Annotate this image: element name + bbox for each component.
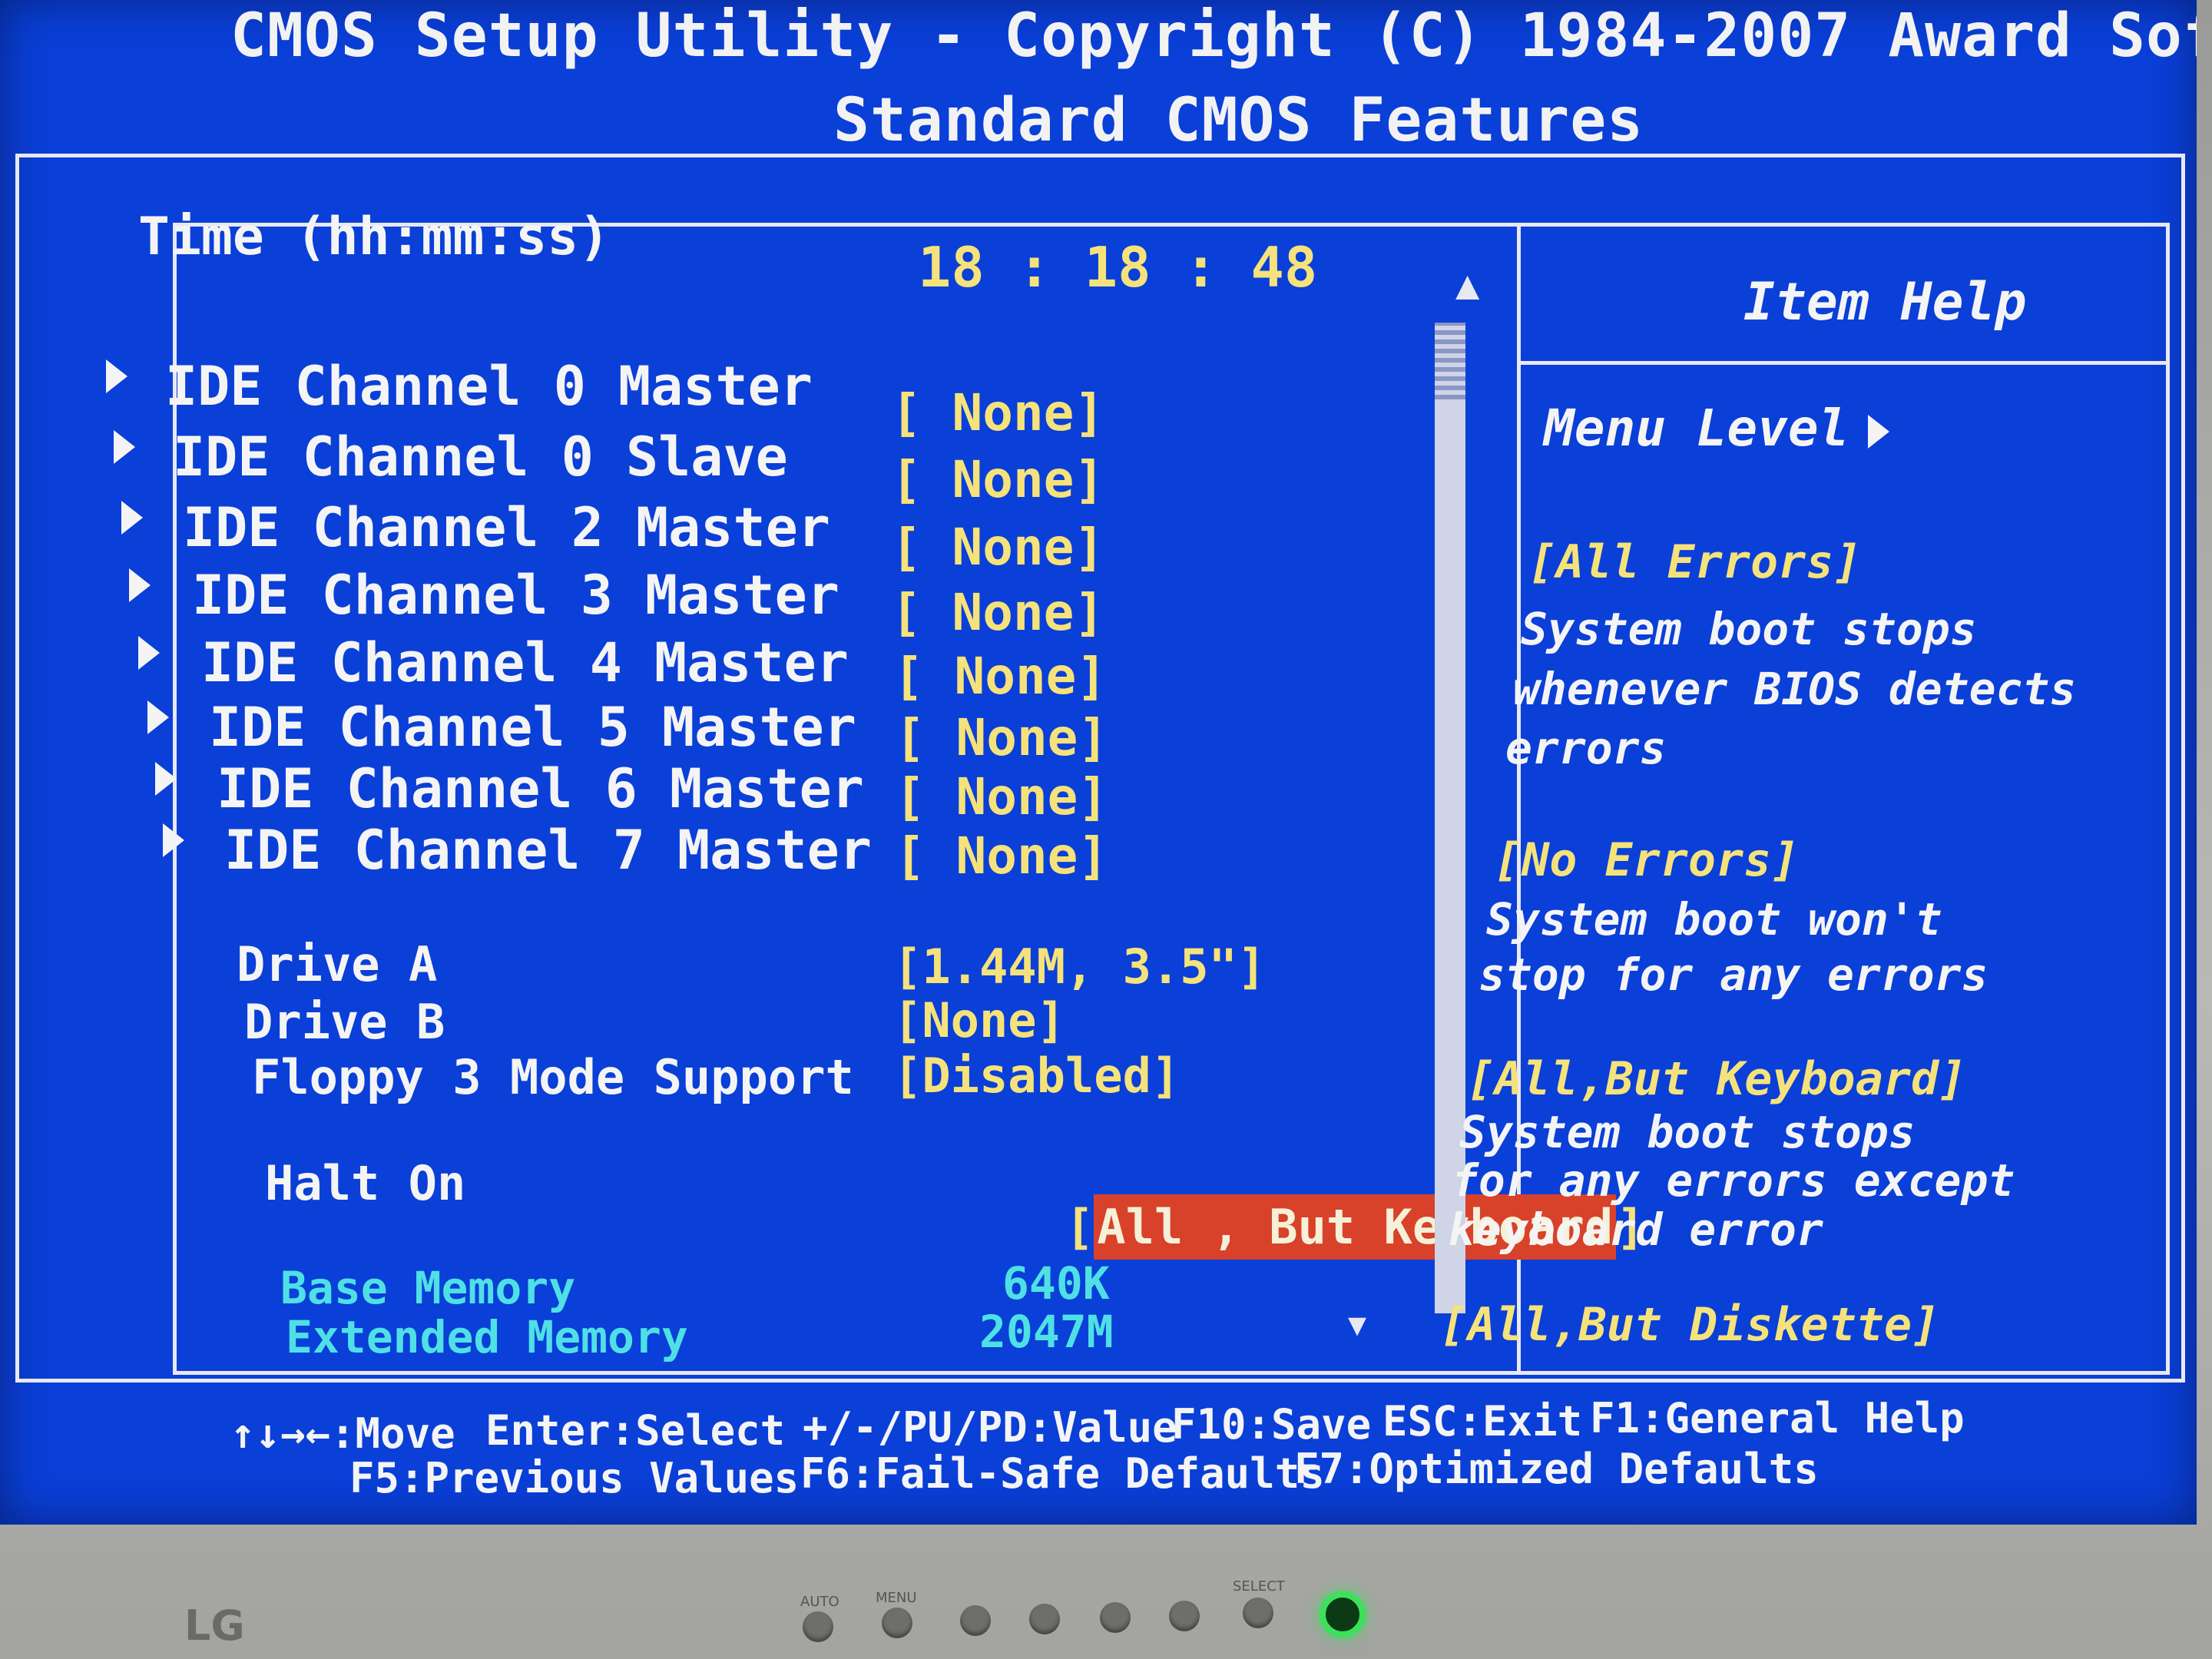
ide-channel-label[interactable]: IDE Channel 6 Master xyxy=(217,762,864,816)
drive-b-value[interactable]: [None] xyxy=(893,997,1065,1045)
ide-channel-label[interactable]: IDE Channel 3 Master xyxy=(192,568,839,622)
submenu-arrow-icon xyxy=(114,430,135,464)
submenu-arrow-icon xyxy=(121,501,143,535)
monitor-menu-button[interactable] xyxy=(882,1608,912,1638)
ide-channel-value[interactable]: [ None] xyxy=(891,588,1104,638)
help-line: System boot stops xyxy=(1521,603,1977,655)
floppy-3-mode-label[interactable]: Floppy 3 Mode Support xyxy=(252,1054,854,1101)
ide-channel-label[interactable]: IDE Channel 0 Master xyxy=(165,359,813,413)
ide-channel-value[interactable]: [ None] xyxy=(891,455,1104,505)
ide-channel-value[interactable]: [ None] xyxy=(895,772,1108,823)
submenu-arrow-icon xyxy=(106,359,127,393)
help-option: [No Errors] xyxy=(1494,833,1800,887)
submenu-arrow-icon xyxy=(129,568,151,602)
monitor-select-button[interactable] xyxy=(1243,1598,1273,1628)
submenu-arrow-icon xyxy=(155,762,177,796)
extended-memory-value: 2047M xyxy=(979,1306,1114,1358)
help-line: keyboard error xyxy=(1448,1204,1823,1256)
menu-level-label: Menu Level xyxy=(1544,399,1849,458)
help-line: errors xyxy=(1505,722,1667,774)
ide-channel-label[interactable]: IDE Channel 4 Master xyxy=(201,636,849,690)
help-line: for any errors except xyxy=(1452,1154,2015,1207)
halt-on-label[interactable]: Halt On xyxy=(265,1160,465,1207)
drive-a-value[interactable]: [1.44M, 3.5"] xyxy=(893,943,1266,991)
submenu-arrow-icon xyxy=(163,823,184,857)
help-line: System boot stops xyxy=(1459,1106,1916,1158)
scroll-down-icon[interactable]: ▼ xyxy=(1348,1310,1366,1340)
power-button-icon[interactable] xyxy=(1320,1591,1366,1637)
help-title-divider xyxy=(1517,361,2170,365)
key-hint-select: Enter:Select xyxy=(485,1406,786,1455)
scrollbar-thumb[interactable] xyxy=(1435,323,1465,399)
time-value[interactable]: 18 : 18 : 48 xyxy=(918,240,1317,295)
menu-level-arrow-icon xyxy=(1868,415,1889,449)
ide-channel-label[interactable]: IDE Channel 7 Master xyxy=(224,823,872,877)
key-hint-fail-safe: F6:Fail-Safe Defaults xyxy=(800,1449,1325,1498)
header-title: CMOS Setup Utility - Copyright (C) 1984-… xyxy=(230,2,2197,71)
help-option: [All,But Keyboard] xyxy=(1467,1052,1967,1106)
key-hint-general-help: F1:General Help xyxy=(1590,1394,1965,1442)
ide-channel-label[interactable]: IDE Channel 5 Master xyxy=(209,700,856,754)
header-subtitle: Standard CMOS Features xyxy=(833,86,1644,155)
ide-channel-value[interactable]: [ None] xyxy=(893,651,1107,702)
base-memory-label: Base Memory xyxy=(280,1262,576,1314)
monitor-right-button[interactable] xyxy=(1169,1601,1200,1631)
key-hint-save: F10:Save xyxy=(1171,1400,1372,1449)
help-panel-title: Item Help xyxy=(1743,272,2027,333)
help-option: [All,But Diskette] xyxy=(1440,1298,1940,1352)
drive-b-label[interactable]: Drive B xyxy=(244,998,445,1046)
key-hint-value: +/-/PU/PD:Value xyxy=(803,1403,1177,1452)
help-line: System boot won't xyxy=(1486,893,1942,945)
monitor-left-button[interactable] xyxy=(1100,1602,1131,1633)
scroll-up-icon[interactable]: ▲ xyxy=(1455,265,1479,305)
ide-channel-value[interactable]: [ None] xyxy=(895,831,1108,882)
time-label: Time (hh:mm:ss) xyxy=(138,207,611,267)
monitor-button-label: AUTO xyxy=(800,1594,839,1610)
bracket-open: [ xyxy=(1065,1199,1094,1255)
monitor-auto-button[interactable] xyxy=(803,1611,833,1642)
ide-channel-value[interactable]: [ None] xyxy=(891,388,1104,439)
monitor-button-label: MENU xyxy=(876,1590,917,1606)
monitor-up-button[interactable] xyxy=(1029,1604,1060,1634)
ide-channel-label[interactable]: IDE Channel 0 Slave xyxy=(173,430,788,484)
submenu-arrow-icon xyxy=(138,636,160,670)
drive-a-label[interactable]: Drive A xyxy=(237,941,437,988)
help-line: stop for any errors xyxy=(1479,949,1988,1001)
key-hint-exit: ESC:Exit xyxy=(1382,1397,1583,1445)
footer-divider xyxy=(173,1379,2170,1382)
base-memory-value: 640K xyxy=(1002,1257,1110,1310)
key-hint-move: ↑↓→←:Move xyxy=(230,1409,455,1458)
help-line: whenever BIOS detects xyxy=(1513,663,2077,715)
key-hint-optimized: F7:Optimized Defaults xyxy=(1294,1445,1819,1493)
ide-channel-value[interactable]: [ None] xyxy=(891,522,1104,573)
submenu-arrow-icon xyxy=(147,700,169,734)
monitor-brand-logo: LG xyxy=(184,1601,245,1650)
monitor-bezel: CMOS Setup Utility - Copyright (C) 1984-… xyxy=(0,0,2212,1659)
ide-channel-label[interactable]: IDE Channel 2 Master xyxy=(183,501,830,555)
bios-screen: CMOS Setup Utility - Copyright (C) 1984-… xyxy=(0,0,2197,1525)
ide-channel-value[interactable]: [ None] xyxy=(895,713,1108,763)
floppy-3-mode-value[interactable]: [Disabled] xyxy=(893,1052,1180,1100)
help-option: [All Errors] xyxy=(1528,535,1862,589)
monitor-down-button[interactable] xyxy=(960,1605,991,1636)
key-hint-previous-values: F5:Previous Values xyxy=(349,1454,800,1502)
monitor-button-label: SELECT xyxy=(1233,1578,1285,1594)
extended-memory-label: Extended Memory xyxy=(286,1311,688,1363)
